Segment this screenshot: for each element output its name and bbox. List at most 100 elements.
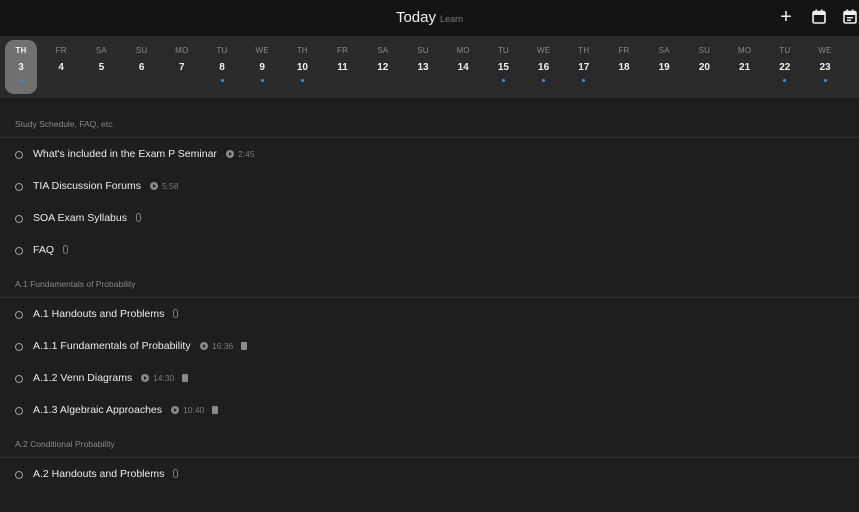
calendar-day[interactable]: FR 4	[45, 40, 77, 94]
completion-circle-icon[interactable]	[15, 471, 23, 479]
lesson-item[interactable]: SOA Exam Syllabus	[0, 210, 859, 230]
calendar-day-number: 3	[18, 62, 24, 73]
lesson-meta	[136, 213, 141, 222]
completion-circle-icon[interactable]	[15, 215, 23, 223]
paperclip-icon	[173, 309, 178, 318]
completion-circle-icon[interactable]	[15, 407, 23, 415]
calendar-day-number: 11	[337, 62, 348, 73]
video-duration: 16:36	[212, 341, 234, 351]
calendar-day-of-week: TH	[578, 46, 590, 55]
calendar-day[interactable]: WE 16	[528, 40, 560, 94]
completion-circle-icon[interactable]	[15, 375, 23, 383]
calendar-day-number: 9	[259, 62, 265, 73]
lesson-item[interactable]: A.1.3 Algebraic Approaches 10:40	[0, 402, 859, 422]
lesson-meta: 14:30	[141, 373, 189, 383]
lesson-meta: 5:58	[150, 181, 179, 191]
calendar-day[interactable]: TU 15	[487, 40, 519, 94]
plus-icon[interactable]: +	[777, 7, 795, 27]
lesson-label: A.1.1 Fundamentals of Probability	[33, 340, 191, 352]
calendar-day-of-week: SU	[135, 46, 148, 55]
calendar-day-of-week: WE	[536, 46, 551, 55]
lesson-label: FAQ	[33, 244, 55, 256]
calendar-day[interactable]: SA 19	[648, 40, 680, 94]
calendar-day[interactable]: TH 10	[286, 40, 318, 94]
calendar-day[interactable]: FR 18	[608, 40, 640, 94]
lesson-item[interactable]: TIA Discussion Forums 5:58	[0, 178, 859, 198]
lesson-label: SOA Exam Syllabus	[33, 212, 127, 224]
calendar-day-number: 15	[497, 62, 509, 73]
calendar-day-number: 5	[98, 62, 105, 73]
play-icon	[150, 182, 158, 190]
calendar-day[interactable]: SU 6	[126, 40, 158, 94]
calendar-icon[interactable]	[810, 8, 828, 26]
lesson-label: TIA Discussion Forums	[33, 180, 141, 192]
scheduled-dot-icon	[501, 79, 505, 82]
calendar-day-of-week: MO	[175, 46, 189, 55]
calendar-day-of-week: FR	[337, 46, 349, 55]
lesson-item[interactable]: A.1.1 Fundamentals of Probability 16:36	[0, 338, 859, 358]
lesson-meta	[173, 469, 178, 478]
top-bar: Today Learn +	[0, 0, 859, 36]
play-icon	[200, 342, 208, 350]
calendar-day[interactable]: FR 11	[327, 40, 359, 94]
paperclip-icon	[63, 245, 68, 254]
calendar-day-number: 4	[58, 62, 64, 73]
completion-circle-icon[interactable]	[15, 247, 23, 255]
calendar-day-of-week: TU	[216, 46, 228, 55]
calendar-day-number: 8	[219, 62, 225, 73]
calendar-day-of-week: WE	[818, 46, 832, 55]
calendar-day-of-week: WE	[255, 46, 269, 55]
lesson-label: What's included in the Exam P Seminar	[33, 148, 217, 160]
calendar-day[interactable]: TH 24	[849, 40, 859, 94]
lesson-label: A.1 Handouts and Problems	[33, 308, 165, 320]
completion-circle-icon[interactable]	[15, 151, 23, 159]
paperclip-icon	[136, 213, 141, 222]
calendar-day-number: 13	[417, 62, 429, 73]
play-icon	[141, 374, 149, 382]
lesson-item[interactable]: FAQ	[0, 242, 859, 262]
calendar-day[interactable]: TH 3	[5, 40, 37, 94]
calendar-day[interactable]: MO 14	[447, 40, 479, 94]
calendar-day[interactable]: MO 21	[729, 40, 761, 94]
completion-circle-icon[interactable]	[15, 183, 23, 191]
calendar-day-number: 16	[538, 62, 550, 73]
calendar-day-number: 22	[779, 62, 791, 73]
calendar-day[interactable]: TH 17	[568, 40, 600, 94]
calendar-day-number: 19	[658, 62, 670, 73]
calendar-day[interactable]: TU 22	[769, 40, 801, 94]
calendar-day-number: 10	[296, 62, 308, 73]
calendar-day-of-week: SA	[95, 46, 107, 55]
lesson-item[interactable]: A.1.2 Venn Diagrams 14:30	[0, 370, 859, 390]
calendar-day[interactable]: SU 13	[407, 40, 439, 94]
calendar-day-number: 7	[179, 62, 185, 73]
completion-circle-icon[interactable]	[15, 311, 23, 319]
section-header: A.1 Fundamentals of Probability	[0, 276, 859, 298]
lesson-item[interactable]: A.1 Handouts and Problems	[0, 306, 859, 326]
calendar-check-icon[interactable]	[841, 8, 859, 26]
calendar-day-number: 20	[698, 62, 710, 73]
calendar-day[interactable]: MO 7	[166, 40, 198, 94]
calendar-day[interactable]: SA 12	[367, 40, 399, 94]
calendar-day[interactable]: TU 8	[206, 40, 238, 94]
calendar-day-number: 21	[739, 62, 751, 73]
calendar-day-number: 12	[377, 62, 389, 73]
lesson-meta	[63, 245, 68, 254]
lesson-label: A.1.3 Algebraic Approaches	[33, 404, 163, 416]
calendar-day[interactable]: WE 9	[246, 40, 278, 94]
video-duration: 5:58	[162, 181, 179, 191]
calendar-day-number: 24	[849, 62, 859, 73]
calendar-day-of-week: TH	[15, 46, 27, 55]
calendar-day[interactable]: SA 5	[85, 40, 117, 94]
lesson-item[interactable]: What's included in the Exam P Seminar 2:4…	[0, 146, 859, 166]
calendar-day-number: 14	[457, 62, 469, 73]
lesson-label: A.2 Handouts and Problems	[33, 468, 165, 480]
section-title: A.1 Fundamentals of Probability	[15, 279, 136, 289]
calendar-day[interactable]: WE 23	[809, 40, 841, 94]
completion-circle-icon[interactable]	[15, 343, 23, 351]
lesson-meta: 16:36	[200, 341, 248, 351]
calendar-day-number: 23	[819, 62, 831, 73]
lesson-item[interactable]: A.2 Handouts and Problems	[0, 466, 859, 486]
scheduled-dot-icon	[260, 79, 264, 82]
calendar-day-of-week: TH	[296, 46, 308, 55]
calendar-day[interactable]: SU 20	[688, 40, 720, 94]
